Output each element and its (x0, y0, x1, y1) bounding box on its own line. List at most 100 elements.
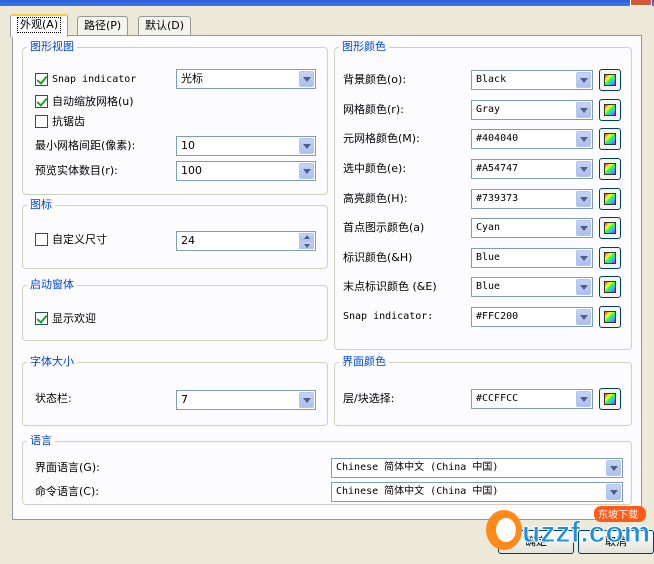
custom-size-spinner[interactable]: 24 (176, 231, 316, 251)
group-title: 字体大小 (27, 355, 77, 369)
bg-color-picker-button[interactable] (599, 69, 621, 91)
selected-color-select[interactable]: #A54747 (471, 159, 593, 179)
chevron-down-icon[interactable] (576, 309, 591, 325)
checkbox-checked[interactable] (35, 95, 48, 108)
bg-color-value: Black (476, 74, 507, 85)
min-grid-spacing-value: 10 (181, 139, 195, 152)
custom-size-checkbox[interactable]: 自定义尺寸 (35, 230, 165, 250)
meta-grid-color-picker-button[interactable] (599, 128, 621, 150)
auto-scale-grid-label: 自动缩放网格(u) (52, 95, 134, 108)
end-marker-color-select[interactable]: Blue (471, 277, 593, 297)
end-marker-color-label: 末点标识颜色 (&E) (343, 280, 437, 293)
tab-appearance[interactable]: 外观(A) (10, 14, 69, 37)
meta-grid-color-select[interactable]: #404040 (471, 129, 593, 149)
color-palette-icon (604, 252, 616, 264)
ui-colors-group: 界面颜色 层/块选择: #CCFFCC (334, 355, 632, 426)
cmd-language-select[interactable]: Chinese 简体中文 (China 中国) (331, 482, 623, 502)
cmd-language-value: Chinese 简体中文 (China 中国) (336, 486, 499, 497)
chevron-down-icon[interactable] (576, 161, 591, 177)
color-palette-icon (604, 163, 616, 175)
min-grid-spacing-label: 最小网格间距(像素): (35, 139, 136, 152)
startup-group: 启动窗体 显示欢迎 (22, 278, 328, 341)
show-welcome-label: 显示欢迎 (52, 312, 96, 325)
layer-block-color-picker-button[interactable] (599, 388, 621, 410)
checkbox-checked[interactable] (35, 73, 48, 86)
status-bar-font-value: 7 (181, 393, 188, 406)
spin-up-icon[interactable] (299, 233, 314, 241)
highlight-color-value: #739373 (476, 193, 519, 204)
selected-color-picker-button[interactable] (599, 158, 621, 180)
highlight-color-picker-button[interactable] (599, 188, 621, 210)
group-title: 界面颜色 (339, 355, 389, 369)
checkbox-checked[interactable] (35, 312, 48, 325)
chevron-down-icon[interactable] (299, 138, 314, 154)
ui-language-label: 界面语言(G): (35, 461, 100, 474)
layer-block-color-value: #CCFFCC (476, 393, 519, 404)
chevron-down-icon[interactable] (576, 131, 591, 147)
chevron-down-icon[interactable] (576, 191, 591, 207)
group-title: 图标 (27, 198, 55, 212)
close-window-button[interactable] (630, 0, 652, 6)
status-bar-font-select[interactable]: 7 (176, 390, 316, 410)
spin-down-icon[interactable] (299, 241, 314, 249)
tab-paths[interactable]: 路径(P) (77, 16, 129, 36)
highlight-color-select[interactable]: #739373 (471, 189, 593, 209)
first-point-color-picker-button[interactable] (599, 217, 621, 239)
ui-language-select[interactable]: Chinese 简体中文 (China 中国) (331, 458, 623, 478)
color-palette-icon (604, 393, 616, 405)
color-palette-icon (604, 133, 616, 145)
graphics-colors-group: 图形颜色 背景颜色(o): Black 网格颜色(r): Gray 元网格颜色(… (334, 40, 632, 350)
min-grid-spacing-select[interactable]: 10 (176, 136, 316, 156)
ui-language-value: Chinese 简体中文 (China 中国) (336, 462, 499, 473)
marker-color-picker-button[interactable] (599, 247, 621, 269)
chevron-down-icon[interactable] (606, 460, 621, 476)
auto-scale-grid-checkbox[interactable]: 自动缩放网格(u) (35, 92, 235, 112)
tab-appearance-label: 外观(A) (17, 17, 62, 33)
layer-block-color-select[interactable]: #CCFFCC (471, 389, 593, 409)
status-bar-label: 状态栏: (35, 392, 72, 405)
snap-indicator-select[interactable]: 光标 (176, 69, 316, 89)
first-point-color-select[interactable]: Cyan (471, 218, 593, 238)
chevron-down-icon[interactable] (576, 102, 591, 118)
end-marker-color-picker-button[interactable] (599, 276, 621, 298)
tab-defaults-label: 默认(D) (145, 19, 185, 32)
group-title: 图形颜色 (339, 40, 389, 54)
snap-indicator-checkbox[interactable]: Snap indicator (35, 70, 185, 90)
font-size-group: 字体大小 状态栏: 7 (22, 355, 328, 426)
first-point-color-value: Cyan (476, 222, 501, 233)
chevron-down-icon[interactable] (576, 391, 591, 407)
grid-color-select[interactable]: Gray (471, 100, 593, 120)
color-palette-icon (604, 311, 616, 323)
marker-color-select[interactable]: Blue (471, 248, 593, 268)
selected-color-value: #A54747 (476, 163, 519, 174)
chevron-down-icon[interactable] (299, 163, 314, 179)
group-title: 启动窗体 (27, 278, 77, 292)
bg-color-select[interactable]: Black (471, 70, 593, 90)
checkbox-unchecked[interactable] (35, 233, 48, 246)
highlight-color-label: 高亮颜色(H): (343, 192, 408, 205)
color-palette-icon (604, 193, 616, 205)
snap-indicator-color-picker-button[interactable] (599, 306, 621, 328)
custom-size-label: 自定义尺寸 (52, 233, 107, 246)
grid-color-value: Gray (476, 104, 501, 115)
chevron-down-icon[interactable] (606, 484, 621, 500)
snap-indicator-color-select[interactable]: #FFC200 (471, 307, 593, 327)
chevron-down-icon[interactable] (576, 72, 591, 88)
end-marker-color-value: Blue (476, 281, 501, 292)
checkbox-unchecked[interactable] (35, 115, 48, 128)
chevron-down-icon[interactable] (576, 279, 591, 295)
color-palette-icon (604, 104, 616, 116)
grid-color-picker-button[interactable] (599, 99, 621, 121)
language-group: 语言 界面语言(G): Chinese 简体中文 (China 中国) 命令语言… (22, 434, 632, 505)
tab-defaults[interactable]: 默认(D) (138, 16, 192, 36)
custom-size-value: 24 (181, 234, 195, 247)
color-palette-icon (604, 74, 616, 86)
title-bar (0, 0, 654, 6)
show-welcome-checkbox[interactable]: 显示欢迎 (35, 309, 165, 329)
chevron-down-icon[interactable] (576, 220, 591, 236)
chevron-down-icon[interactable] (299, 71, 314, 87)
chevron-down-icon[interactable] (576, 250, 591, 266)
preview-entities-select[interactable]: 100 (176, 161, 316, 181)
antialias-checkbox[interactable]: 抗锯齿 (35, 112, 235, 132)
chevron-down-icon[interactable] (299, 392, 314, 408)
